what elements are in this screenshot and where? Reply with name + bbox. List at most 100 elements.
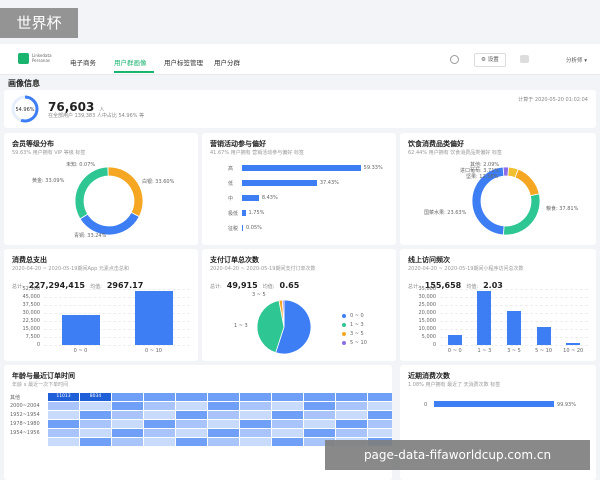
orders-legend-label[interactable]: 3 ~ 5 [350,331,364,337]
age-heatmap-cell[interactable] [144,429,175,437]
age-heatmap-cell[interactable] [48,411,79,419]
age-heatmap-cell[interactable] [208,438,239,446]
age-heatmap-cell[interactable] [304,393,335,401]
age-heatmap-cell[interactable] [48,402,79,410]
chevron-down-icon: ▾ [582,58,588,64]
age-heatmap-cell[interactable] [176,411,207,419]
food-slice-3[interactable] [502,193,541,236]
age-heatmap-cell[interactable] [304,402,335,410]
food-label-fruit: 国菜水果: 23.63% [424,210,467,216]
age-heatmap-cell[interactable] [112,411,143,419]
age-heatmap-cell[interactable] [144,420,175,428]
tab-user-segments[interactable]: 用户分群 [214,57,240,67]
orders-legend-label[interactable]: 1 ~ 3 [350,322,364,328]
tab-ecommerce[interactable]: 电子商务 [70,57,96,67]
age-heatmap-cell[interactable] [240,429,271,437]
age-heatmap-cell[interactable] [240,402,271,410]
age-heatmap-cell[interactable] [368,411,392,419]
age-heatmap-cell[interactable]: 11013 [48,393,79,401]
age-heatmap-cell[interactable] [240,393,271,401]
age-heatmap-cell[interactable] [272,411,303,419]
avatar[interactable] [520,55,529,63]
spend-ytick: 45,000 [22,294,41,300]
age-heatmap-cell[interactable] [80,420,111,428]
age-heatmap-cell[interactable] [368,393,392,401]
marketing-bar[interactable] [242,225,243,231]
visits-category-label: 1 ~ 3 [477,348,492,354]
age-heatmap-cell[interactable] [240,420,271,428]
age-heatmap-cell[interactable] [144,411,175,419]
age-heatmap-cell[interactable] [176,402,207,410]
food-slice-2[interactable] [514,168,540,197]
visits-bar[interactable] [447,335,462,345]
settings-button[interactable]: ⚙ 设置 [474,53,506,67]
age-heatmap-cell[interactable] [272,438,303,446]
marketing-bar[interactable] [242,195,259,201]
marketing-bar[interactable] [242,165,361,171]
age-heatmap-cell[interactable] [336,402,367,410]
spend-bar[interactable] [61,315,100,345]
age-heatmap-cell[interactable] [240,438,271,446]
tab-tag-management[interactable]: 用户标签管理 [164,57,203,67]
help-icon[interactable] [450,55,459,64]
age-heatmap-cell[interactable] [368,429,392,437]
user-menu[interactable]: 分析师 ▾ [566,56,587,64]
visits-bar[interactable] [566,343,581,345]
age-heatmap-cell[interactable] [272,393,303,401]
age-heatmap-cell[interactable] [272,429,303,437]
age-heatmap-cell[interactable] [336,393,367,401]
member-slice-3[interactable] [74,166,109,220]
age-heatmap-cell[interactable] [112,393,143,401]
visits-bar[interactable] [477,290,492,345]
age-row-label: 1978~1980 [10,421,40,427]
age-heatmap-cell[interactable] [176,393,207,401]
age-heatmap-cell[interactable] [80,402,111,410]
visits-bar[interactable] [507,311,521,345]
visits-bar[interactable] [536,327,551,345]
age-heatmap-cell[interactable] [336,429,367,437]
age-heatmap-cell[interactable] [208,393,239,401]
age-heatmap-cell[interactable] [208,411,239,419]
marketing-bar[interactable] [242,210,246,216]
age-heatmap-cell[interactable] [144,402,175,410]
visits-category-label: 5 ~ 10 [535,348,553,354]
age-heatmap-cell[interactable] [208,429,239,437]
age-heatmap-cell[interactable] [272,420,303,428]
age-heatmap-cell[interactable] [112,429,143,437]
age-heatmap-cell[interactable] [368,402,392,410]
age-heatmap-cell[interactable] [336,411,367,419]
orders-legend-label[interactable]: 0 ~ 0 [350,313,364,319]
age-heatmap-cell[interactable] [80,411,111,419]
age-heatmap-cell[interactable] [48,420,79,428]
tab-user-persona[interactable]: 用户群画像 [114,57,147,67]
age-heatmap-cell[interactable] [176,420,207,428]
age-heatmap-cell[interactable] [112,438,143,446]
age-heatmap-cell[interactable] [208,402,239,410]
age-heatmap-cell[interactable] [208,420,239,428]
age-heatmap-cell[interactable] [80,429,111,437]
age-heatmap-cell[interactable] [336,420,367,428]
orders-legend-label[interactable]: 5 ~ 10 [350,340,367,346]
age-heatmap-cell[interactable] [304,420,335,428]
member-slice-1[interactable] [107,166,144,218]
age-heatmap-cell[interactable] [112,402,143,410]
app-logo[interactable] [18,53,29,64]
age-heatmap-cell[interactable] [368,420,392,428]
age-heatmap-cell[interactable] [80,438,111,446]
spend-bar[interactable] [134,290,173,345]
age-heatmap-cell[interactable] [144,393,175,401]
age-heatmap-cell[interactable] [48,438,79,446]
member-card: 会员等级分布 59.63% 用户拥有 VIP 等级 标签 未知: 0.07% 黄… [4,133,198,245]
age-heatmap-cell[interactable] [112,420,143,428]
age-heatmap-cell[interactable] [48,429,79,437]
age-heatmap-cell[interactable] [304,429,335,437]
age-heatmap-cell[interactable] [176,429,207,437]
age-heatmap-cell[interactable] [240,411,271,419]
watermark-bottom-right-text: page-data-fifaworldcup.com.cn [363,448,552,462]
age-heatmap-cell[interactable] [144,438,175,446]
age-heatmap-cell[interactable] [272,402,303,410]
age-heatmap-cell[interactable]: 8034 [80,393,111,401]
marketing-bar[interactable] [242,180,317,186]
age-heatmap-cell[interactable] [304,411,335,419]
age-heatmap-cell[interactable] [176,438,207,446]
